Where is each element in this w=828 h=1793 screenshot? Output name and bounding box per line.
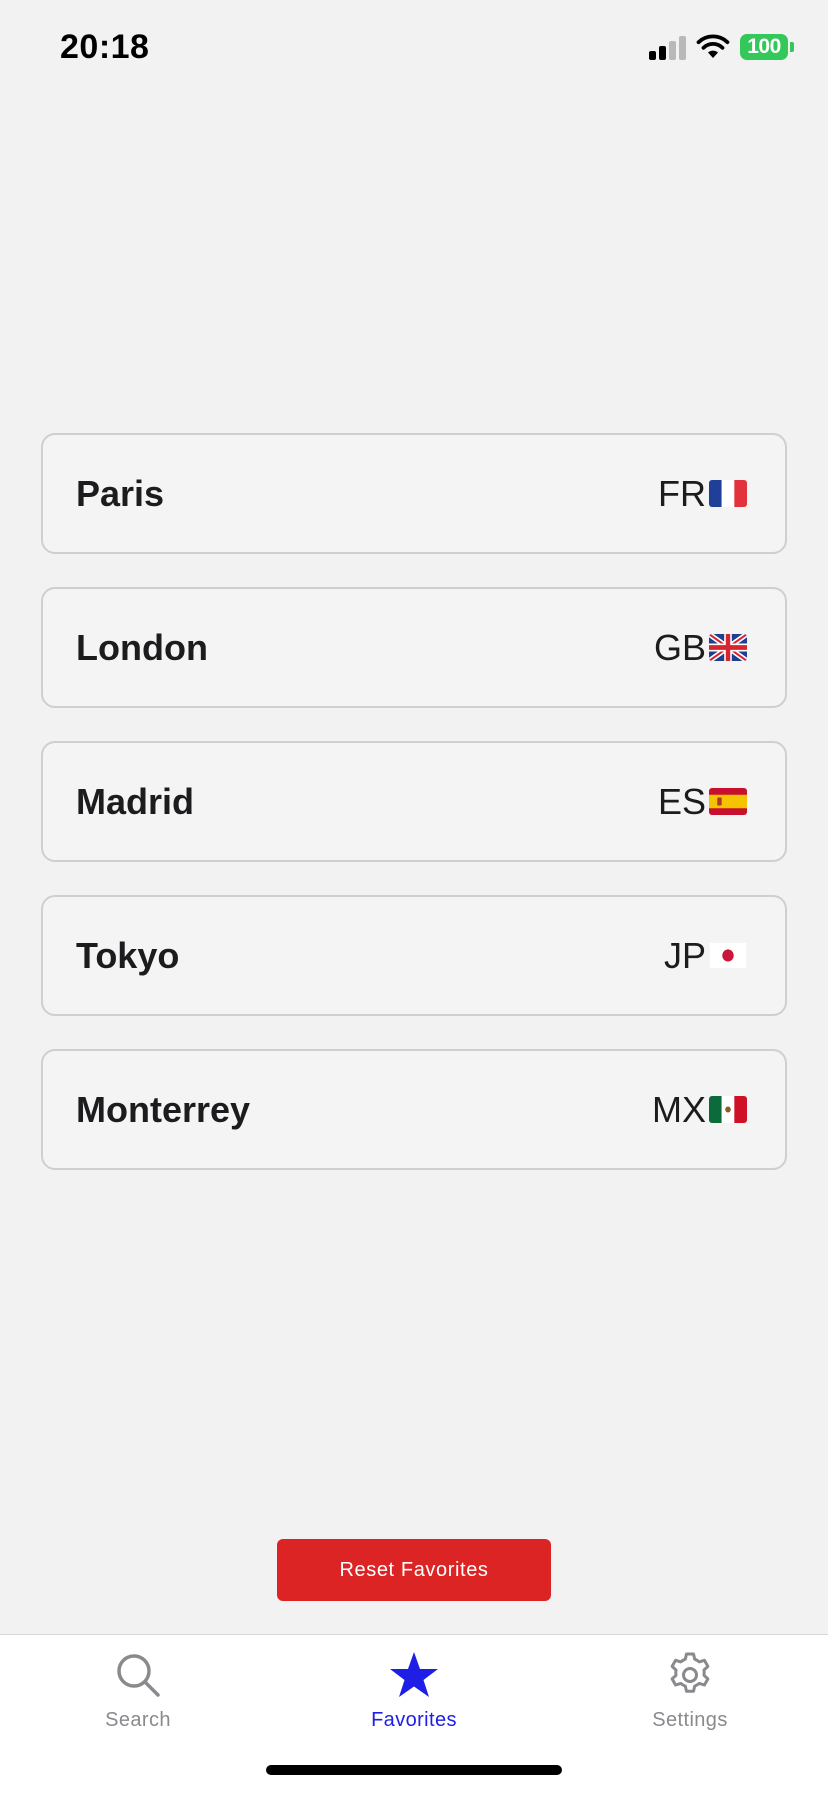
star-icon xyxy=(390,1652,438,1697)
city-name: London xyxy=(76,626,208,668)
battery-level: 100 xyxy=(740,34,788,60)
city-name: Paris xyxy=(76,472,165,514)
city-country: MX xyxy=(652,1089,747,1131)
search-icon xyxy=(117,1654,160,1697)
tab-favorites[interactable]: Favorites xyxy=(276,1635,552,1745)
city-card-paris[interactable]: Paris FR xyxy=(41,433,787,554)
favorites-list: Paris FR London GB Madrid ES Tokyo JP Mo… xyxy=(41,433,787,1203)
city-country: JP xyxy=(664,935,747,977)
city-country: GB xyxy=(654,627,747,669)
city-name: Tokyo xyxy=(76,934,180,976)
home-indicator xyxy=(266,1765,562,1775)
signal-icon xyxy=(649,34,686,60)
country-code: FR xyxy=(658,472,706,514)
tab-settings[interactable]: Settings xyxy=(552,1635,828,1745)
city-name: Monterrey xyxy=(76,1088,251,1130)
tab-search[interactable]: Search xyxy=(0,1635,276,1745)
status-bar: 20:18 100 xyxy=(0,0,828,100)
status-icons: 100 xyxy=(649,34,794,60)
city-name: Madrid xyxy=(76,780,195,822)
japan-flag-icon xyxy=(709,942,747,969)
status-time: 20:18 xyxy=(60,28,150,66)
france-flag-icon xyxy=(709,480,747,507)
wifi-icon xyxy=(696,34,730,58)
country-code: GB xyxy=(653,626,706,668)
country-code: MX xyxy=(652,1088,706,1130)
country-code: JP xyxy=(663,934,706,976)
country-code: ES xyxy=(657,780,706,822)
tab-label: Favorites xyxy=(371,1709,457,1731)
tab-bar: Search Favorites Settings xyxy=(0,1634,828,1793)
city-card-madrid[interactable]: Madrid ES xyxy=(41,741,787,862)
mexico-flag-icon xyxy=(709,1096,747,1123)
gear-icon xyxy=(670,1652,710,1693)
city-country: ES xyxy=(658,781,747,823)
uk-flag-icon xyxy=(709,634,747,661)
battery-icon: 100 xyxy=(740,34,794,60)
reset-favorites-button[interactable]: Reset Favorites xyxy=(277,1539,551,1601)
city-card-tokyo[interactable]: Tokyo JP xyxy=(41,895,787,1016)
city-card-monterrey[interactable]: Monterrey MX xyxy=(41,1049,787,1170)
city-card-london[interactable]: London GB xyxy=(41,587,787,708)
tab-label: Settings xyxy=(652,1709,728,1731)
tab-label: Search xyxy=(105,1709,171,1731)
spain-flag-icon xyxy=(709,788,747,815)
city-country: FR xyxy=(658,473,747,515)
